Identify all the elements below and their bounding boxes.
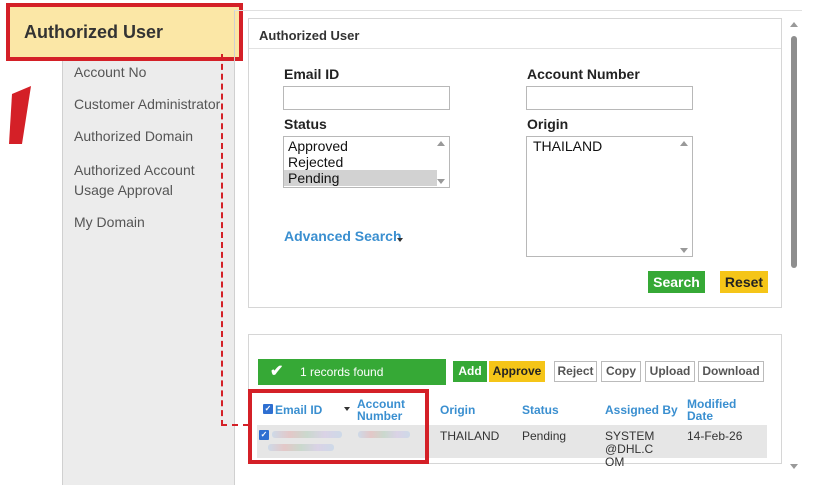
dashed-connector-line [221,424,249,426]
advanced-search-link[interactable]: Advanced Search [284,228,402,244]
scrollbar-thumb[interactable] [791,36,797,268]
records-found-banner: ✔ 1 records found [258,359,446,385]
origin-listbox[interactable]: THAILAND [526,136,693,257]
scroll-down-icon[interactable] [437,179,445,184]
status-listbox[interactable]: Approved Rejected Pending [283,136,450,188]
red-arrow-annotation [9,86,31,144]
search-button[interactable]: Search [648,271,705,293]
sidebar-item-account-no[interactable]: Account No [74,62,146,82]
status-option-pending[interactable]: Pending [284,170,437,186]
account-number-field[interactable] [526,86,693,110]
sidebar-edge [62,48,63,485]
copy-button[interactable]: Copy [601,361,641,382]
upload-button[interactable]: Upload [645,361,695,382]
panel-title: Authorized User [259,28,360,43]
sidebar-item-customer-administrator[interactable]: Customer Administrator [74,94,220,114]
email-label: Email ID [284,66,340,82]
add-button[interactable]: Add [453,361,487,382]
highlight-box-email-account [248,389,429,464]
reset-button[interactable]: Reset [720,271,768,293]
download-button[interactable]: Download [698,361,764,382]
column-header-status[interactable]: Status [522,404,559,416]
panel-divider [249,48,781,49]
sidebar-item-label: Authorized User [24,22,164,42]
origin-label: Origin [527,116,569,132]
cell-status: Pending [522,429,567,443]
reject-button[interactable]: Reject [554,361,597,382]
cell-origin: THAILAND [440,429,500,443]
scroll-up-icon[interactable] [790,22,798,27]
column-header-modified-date[interactable]: Modified Date [687,398,743,422]
status-option-approved[interactable]: Approved [284,138,449,154]
approve-button[interactable]: Approve [489,361,545,382]
chevron-down-icon[interactable] [397,238,403,242]
sidebar-item-authorized-domain[interactable]: Authorized Domain [74,126,193,146]
status-label: Status [284,116,327,132]
scroll-down-icon[interactable] [680,248,688,253]
origin-option-thailand[interactable]: THAILAND [527,138,692,154]
status-option-rejected[interactable]: Rejected [284,154,449,170]
scroll-up-icon[interactable] [680,141,688,146]
email-field[interactable] [283,86,450,110]
account-number-label: Account Number [527,66,640,82]
scroll-down-icon[interactable] [790,464,798,469]
cell-modified-date: 14-Feb-26 [687,429,743,443]
sidebar-item-my-domain[interactable]: My Domain [74,212,145,232]
column-header-assigned-by[interactable]: Assigned By [605,404,678,416]
column-header-origin[interactable]: Origin [440,404,475,416]
cell-assigned-by: SYSTEM@DHL.COM [605,429,655,469]
scroll-up-icon[interactable] [437,141,445,146]
checkmark-icon: ✔ [270,363,284,380]
dashed-connector-line [221,54,223,426]
records-found-text: 1 records found [300,365,384,379]
sidebar-item-authorized-user[interactable]: Authorized User [6,3,243,61]
sidebar-item-authorized-account-usage-approval[interactable]: Authorized Account Usage Approval [74,160,214,200]
